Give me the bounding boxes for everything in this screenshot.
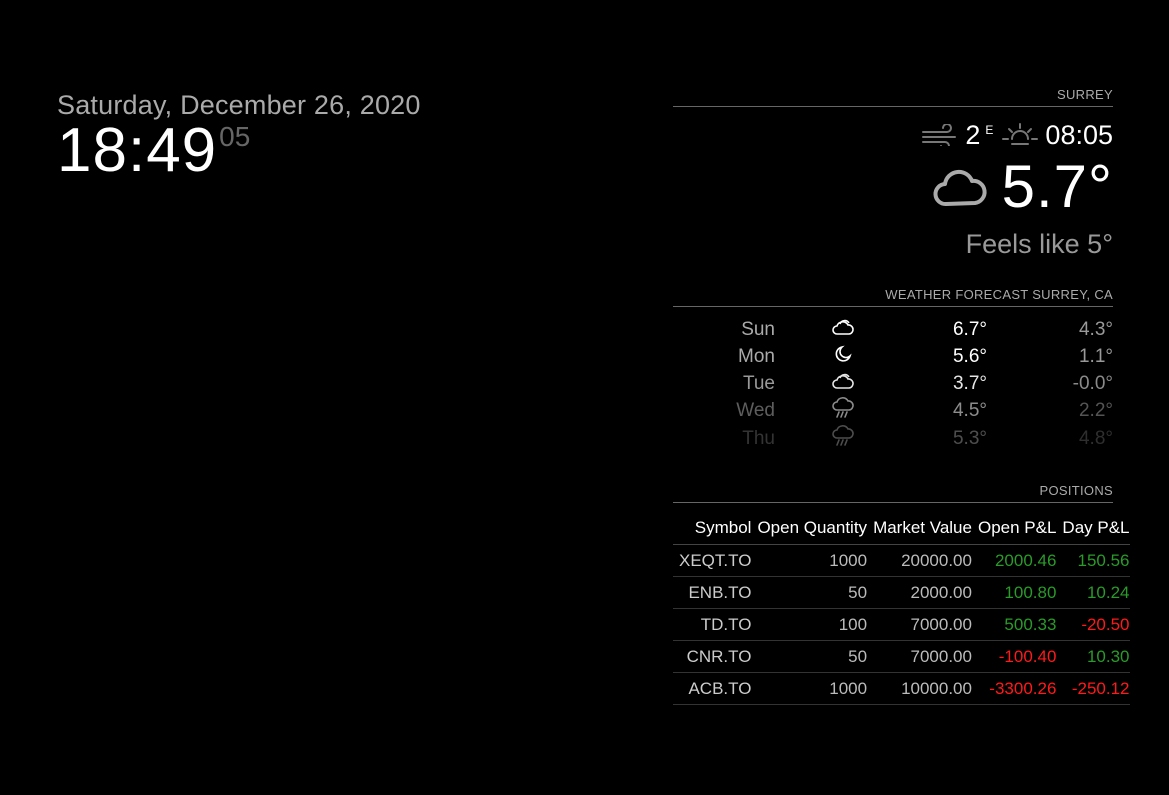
moon-icon bbox=[833, 344, 853, 364]
positions-module: POSITIONS Symbol Open Quantity Market Va… bbox=[673, 483, 1130, 705]
position-row: XEQT.TO 1000 20000.00 2000.46 150.56 bbox=[673, 544, 1130, 577]
forecast-min: 4.3° bbox=[1078, 318, 1113, 340]
position-market-value: 7000.00 bbox=[867, 640, 972, 673]
column-header-market-value: Market Value bbox=[867, 511, 972, 545]
rain-icon bbox=[831, 397, 855, 419]
forecast-min: 4.8° bbox=[1078, 428, 1113, 449]
forecast-day: Sun bbox=[741, 318, 775, 340]
sunrise-time: 08:05 bbox=[1045, 119, 1113, 150]
position-market-value: 7000.00 bbox=[867, 608, 972, 641]
partly-cloudy-icon bbox=[831, 371, 855, 391]
position-open-pl: -100.40 bbox=[971, 640, 1057, 673]
positions-header-row: Symbol Open Quantity Market Value Open P… bbox=[673, 511, 1130, 545]
rain-icon bbox=[831, 425, 855, 447]
position-day-pl: 10.24 bbox=[1056, 576, 1130, 609]
position-open-pl: 500.33 bbox=[971, 608, 1057, 641]
column-header-day-pl: Day P&L bbox=[1056, 511, 1130, 545]
position-symbol: ACB.TO bbox=[673, 672, 752, 705]
position-quantity: 100 bbox=[751, 608, 868, 641]
position-row: ENB.TO 50 2000.00 100.80 10.24 bbox=[673, 576, 1130, 609]
forecast-row: Sun 6.7° 4.3° bbox=[673, 316, 1113, 343]
wind-sun-row: 2 E 08:05 bbox=[673, 117, 1113, 153]
forecast-day: Wed bbox=[736, 400, 775, 421]
current-weather-module: SURREY 2 E 08:05 5.7° Feels like 5° bbox=[673, 87, 1113, 260]
forecast-row: Mon 5.6° 1.1° bbox=[673, 343, 1113, 370]
cloudy-icon bbox=[932, 166, 988, 208]
position-quantity: 50 bbox=[751, 576, 868, 609]
forecast-min: 1.1° bbox=[1078, 345, 1113, 367]
position-quantity: 50 bbox=[751, 640, 868, 673]
position-open-pl: 100.80 bbox=[971, 576, 1057, 609]
partly-cloudy-icon bbox=[831, 317, 855, 337]
forecast-row: Thu 5.3° 4.8° bbox=[673, 425, 1113, 453]
position-symbol: XEQT.TO bbox=[673, 544, 752, 577]
position-market-value: 10000.00 bbox=[867, 672, 972, 705]
position-day-pl: -250.12 bbox=[1056, 672, 1130, 705]
forecast-day: Thu bbox=[742, 428, 775, 449]
position-quantity: 1000 bbox=[751, 544, 868, 577]
feels-like: Feels like 5° bbox=[965, 229, 1113, 259]
position-symbol: ENB.TO bbox=[673, 576, 752, 609]
forecast-max: 4.5° bbox=[952, 400, 987, 421]
forecast-max: 5.3° bbox=[952, 428, 987, 449]
forecast-max: 3.7° bbox=[952, 372, 987, 394]
forecast-module: WEATHER FORECAST SURREY, CA Sun 6.7° 4.3… bbox=[673, 287, 1113, 453]
forecast-max: 6.7° bbox=[952, 318, 987, 340]
positions-table: Symbol Open Quantity Market Value Open P… bbox=[673, 511, 1130, 705]
clock-module: Saturday, December 26, 2020 18:49 05 bbox=[57, 88, 421, 182]
position-quantity: 1000 bbox=[751, 672, 868, 705]
position-day-pl: -20.50 bbox=[1056, 608, 1130, 641]
column-header-open-pl: Open P&L bbox=[971, 511, 1057, 545]
mirror-dashboard: Saturday, December 26, 2020 18:49 05 SUR… bbox=[0, 0, 1169, 795]
position-row: TD.TO 100 7000.00 500.33 -20.50 bbox=[673, 608, 1130, 641]
position-market-value: 2000.00 bbox=[867, 576, 972, 609]
position-row: CNR.TO 50 7000.00 -100.40 10.30 bbox=[673, 640, 1130, 673]
forecast-row: Tue 3.7° -0.0° bbox=[673, 370, 1113, 397]
position-day-pl: 10.30 bbox=[1056, 640, 1130, 673]
wind-direction: E bbox=[985, 123, 994, 137]
current-temperature: 5.7° bbox=[1001, 153, 1113, 220]
position-day-pl: 150.56 bbox=[1056, 544, 1130, 577]
clock-hours-minutes: 18:49 bbox=[57, 116, 218, 185]
position-row: ACB.TO 1000 10000.00 -3300.26 -250.12 bbox=[673, 672, 1130, 705]
positions-header: POSITIONS bbox=[673, 483, 1113, 503]
clock-time: 18:49 05 bbox=[57, 120, 421, 182]
position-open-pl: 2000.46 bbox=[971, 544, 1057, 577]
current-weather-header: SURREY bbox=[673, 87, 1113, 107]
forecast-header: WEATHER FORECAST SURREY, CA bbox=[673, 287, 1113, 307]
wind-icon bbox=[921, 124, 959, 146]
clock-seconds: 05 bbox=[219, 121, 251, 152]
forecast-row: Wed 4.5° 2.2° bbox=[673, 397, 1113, 425]
forecast-table: Sun 6.7° 4.3° Mon 5.6° 1.1° Tue 3.7° -0.… bbox=[673, 316, 1113, 453]
position-open-pl: -3300.26 bbox=[971, 672, 1057, 705]
column-header-open-quantity: Open Quantity bbox=[751, 511, 868, 545]
forecast-day: Mon bbox=[738, 345, 775, 367]
forecast-max: 5.6° bbox=[952, 345, 987, 367]
column-header-symbol: Symbol bbox=[673, 511, 752, 545]
sunrise-icon bbox=[1001, 120, 1039, 150]
position-symbol: TD.TO bbox=[673, 608, 752, 641]
forecast-min: -0.0° bbox=[1072, 372, 1113, 394]
position-market-value: 20000.00 bbox=[867, 544, 972, 577]
wind-speed: 2 bbox=[965, 119, 981, 150]
forecast-min: 2.2° bbox=[1078, 400, 1113, 421]
temperature-row: 5.7° bbox=[673, 155, 1113, 219]
position-symbol: CNR.TO bbox=[673, 640, 752, 673]
forecast-day: Tue bbox=[742, 372, 775, 394]
